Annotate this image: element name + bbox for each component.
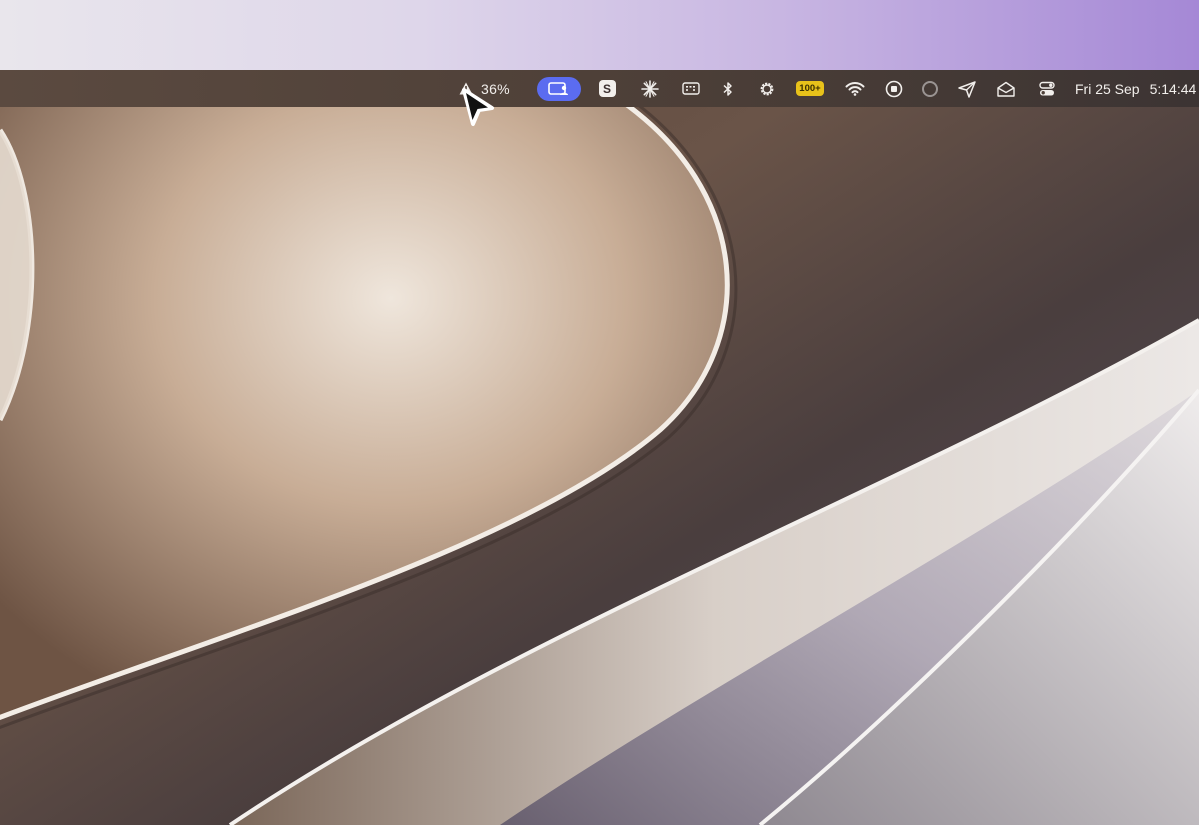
screen-share-icon xyxy=(548,81,568,95)
wallpaper-art xyxy=(0,70,1199,825)
keyboard-icon[interactable] xyxy=(681,70,701,107)
battery-badge-icon[interactable]: 100+ xyxy=(795,70,825,107)
desktop-top-strip xyxy=(0,0,1199,70)
circle-icon[interactable] xyxy=(920,70,940,107)
desktop-wallpaper xyxy=(0,70,1199,825)
record-stop-icon[interactable] xyxy=(884,70,904,107)
screen-share-pill xyxy=(537,76,581,101)
control-center-icon[interactable] xyxy=(1037,70,1057,107)
clock-date: Fri 25 Sep xyxy=(1075,80,1140,97)
s-app-menu-item[interactable]: S xyxy=(597,70,617,107)
wifi-icon[interactable] xyxy=(844,70,866,107)
mail-icon[interactable] xyxy=(996,70,1016,107)
s-app-letter: S xyxy=(602,81,611,96)
s-app-icon: S xyxy=(598,80,616,97)
screen-share-button[interactable] xyxy=(537,70,581,107)
bluetooth-icon[interactable] xyxy=(719,70,737,107)
menu-bar: 36% S 100+ Fri 25 Sep 5:14:44 xyxy=(0,70,1199,107)
screen: 36% S 100+ Fri 25 Sep 5:14:44 xyxy=(0,0,1199,825)
mouse-pointer-icon xyxy=(462,88,494,126)
battery-badge-label: 100+ xyxy=(796,81,824,96)
clock[interactable]: Fri 25 Sep 5:14:44 xyxy=(1075,70,1199,107)
gear-icon[interactable] xyxy=(757,70,777,107)
clock-time: 5:14:44 xyxy=(1149,80,1197,97)
send-icon[interactable] xyxy=(957,70,977,107)
sparkle-icon[interactable] xyxy=(640,70,660,107)
